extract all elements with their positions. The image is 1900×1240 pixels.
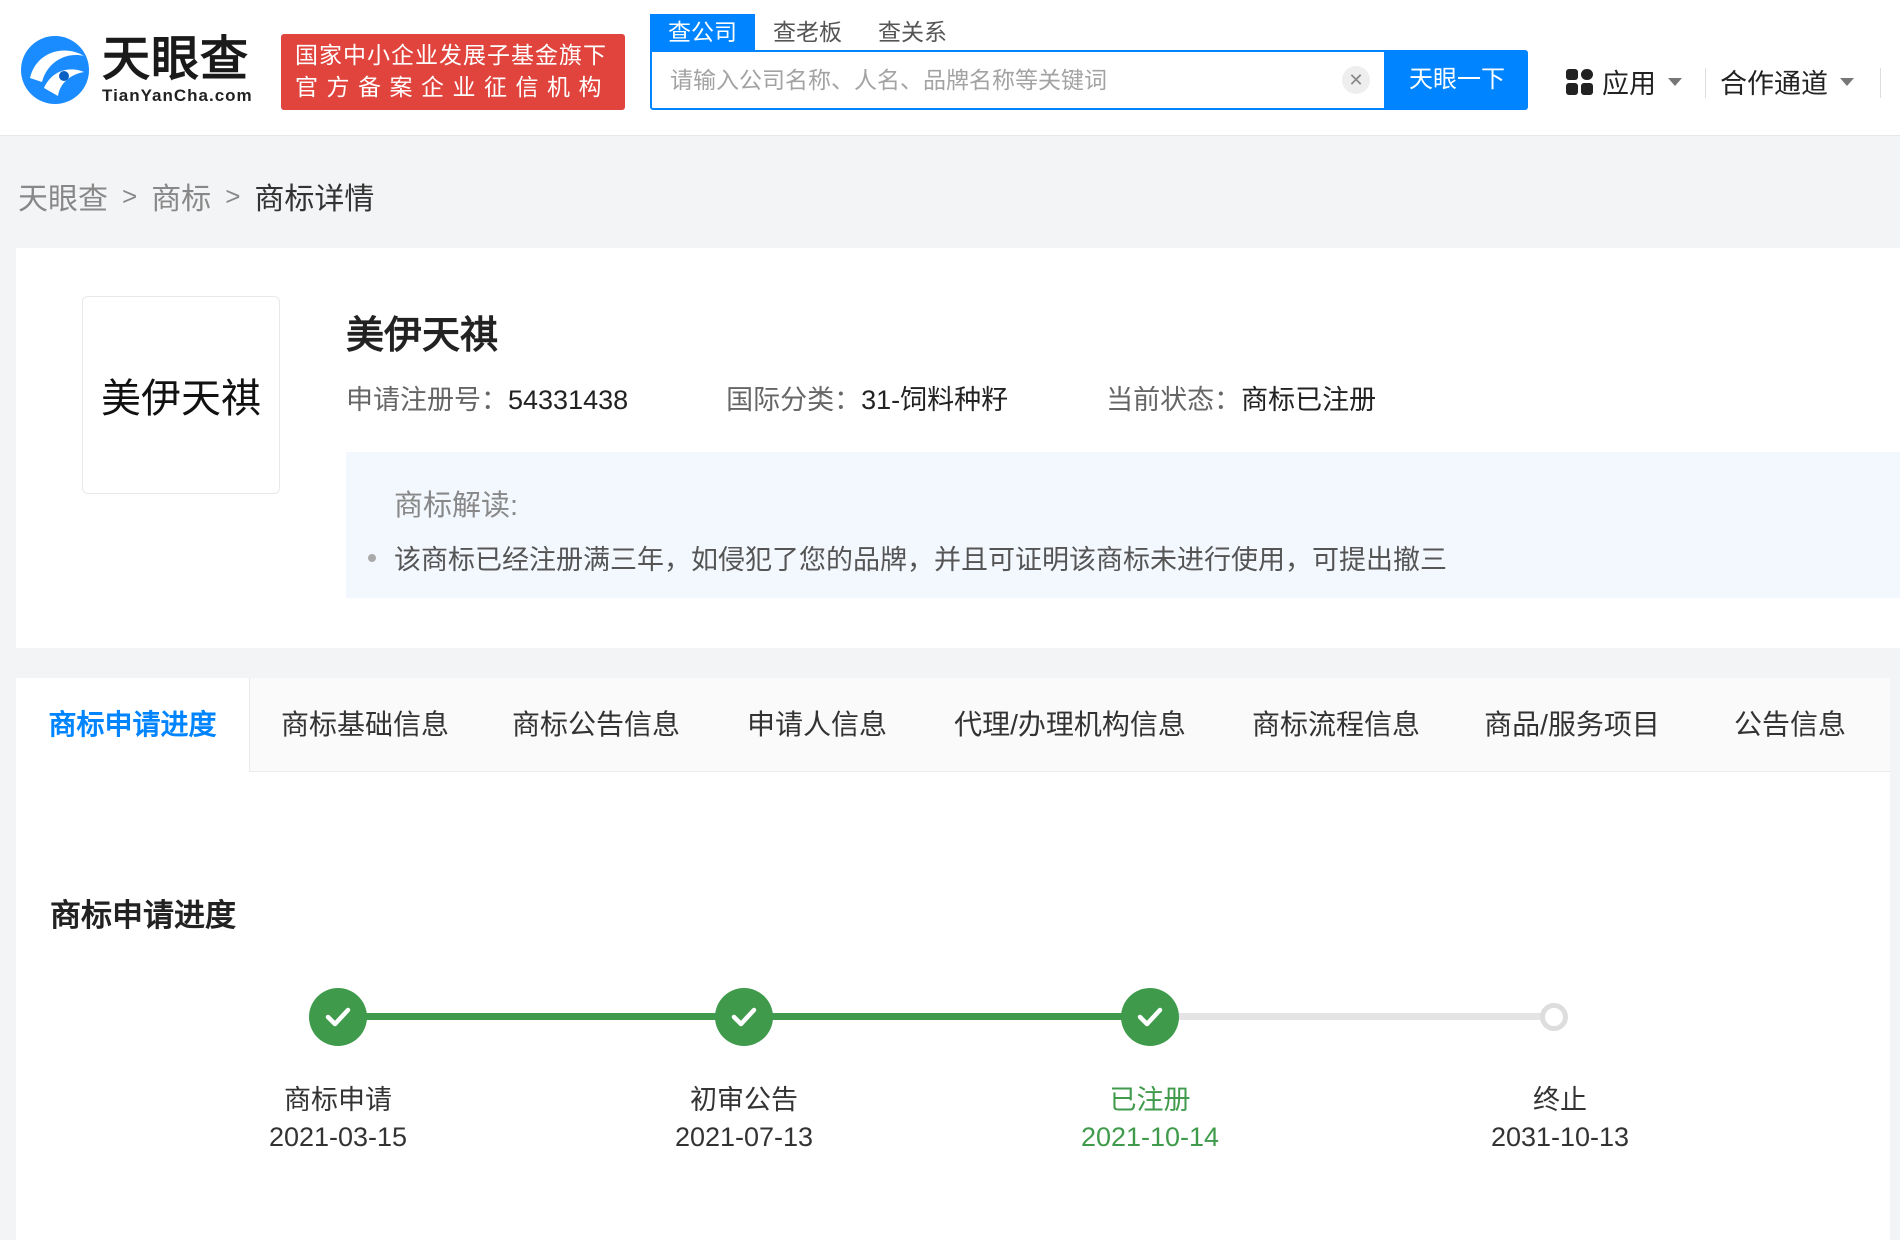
breadcrumb-trademark[interactable]: 商标 xyxy=(151,174,211,218)
apps-grid-icon xyxy=(1566,68,1593,95)
nav-coop-label: 合作通道 xyxy=(1720,69,1828,99)
step-done-check-icon xyxy=(715,988,773,1046)
logo[interactable]: 天眼查 TianYanCha.com xyxy=(18,30,253,108)
interpretation-title: 商标解读: xyxy=(394,490,519,522)
reg-number-label: 申请注册号： xyxy=(346,385,508,415)
tab-process-info[interactable]: 商标流程信息 xyxy=(1218,678,1454,772)
current-status: 当前状态：商标已注册 xyxy=(1106,378,1376,417)
nav-coop[interactable]: 合作通道 xyxy=(1720,62,1854,101)
tab-goods-services[interactable]: 商品/服务项目 xyxy=(1454,678,1690,772)
progress-line xyxy=(1164,1013,1560,1020)
detail-tabs: 商标申请进度 商标基础信息 商标公告信息 申请人信息 代理/办理机构信息 商标流… xyxy=(16,678,1890,772)
search-tab-relation[interactable]: 查关系 xyxy=(860,14,965,50)
caret-down-icon xyxy=(1668,77,1682,86)
tab-announcement-info[interactable]: 商标公告信息 xyxy=(480,678,712,772)
progress-line xyxy=(758,1013,1164,1020)
gov-badge: 国家中小企业发展子基金旗下 官方备案企业征信机构 xyxy=(281,34,625,110)
nav-apps[interactable]: 应用 xyxy=(1566,62,1682,101)
trademark-image[interactable]: 美伊天祺 xyxy=(82,296,280,494)
chevron-right-icon: > xyxy=(122,180,138,211)
step-current-check-icon xyxy=(1121,988,1179,1046)
interpretation-text: 该商标已经注册满三年，如侵犯了您的品牌，并且可证明该商标未进行使用，可提出撤三 xyxy=(394,545,1447,575)
reg-number: 申请注册号：54331438 xyxy=(346,378,628,417)
reg-number-value: 54331438 xyxy=(508,385,629,415)
breadcrumb-home[interactable]: 天眼查 xyxy=(18,174,108,218)
chevron-right-icon: > xyxy=(225,180,241,211)
search-input[interactable] xyxy=(652,52,1332,108)
step-label: 终止 xyxy=(1533,1085,1587,1115)
tab-basic-info[interactable]: 商标基础信息 xyxy=(250,678,480,772)
nav-apps-label: 应用 xyxy=(1602,69,1656,99)
breadcrumb: 天眼查 > 商标 > 商标详情 xyxy=(18,174,374,218)
breadcrumb-current: 商标详情 xyxy=(254,183,375,216)
bullet-icon xyxy=(368,553,376,562)
progress-timeline: 商标申请 2021-03-15 初审公告 2021-07-13 已注册 2021… xyxy=(16,772,1890,1240)
step-pending-circle-icon xyxy=(1540,1003,1568,1031)
clear-icon[interactable]: ✕ xyxy=(1342,66,1370,94)
top-header: 天眼查 TianYanCha.com 国家中小企业发展子基金旗下 官方备案企业征… xyxy=(0,0,1900,136)
step-label: 商标申请 xyxy=(284,1085,392,1115)
step-date: 2021-07-13 xyxy=(674,1122,814,1152)
intl-class-value: 31-饲料种籽 xyxy=(861,385,1009,415)
step-date: 2031-10-13 xyxy=(1490,1122,1630,1152)
trademark-meta: 申请注册号：54331438 国际分类：31-饲料种籽 当前状态：商标已注册 xyxy=(346,378,1474,417)
badge-line-2: 官方备案企业征信机构 xyxy=(295,74,610,100)
tab-notice-info[interactable]: 公告信息 xyxy=(1690,678,1890,772)
step-date: 2021-10-14 xyxy=(1080,1122,1220,1152)
intl-class-label: 国际分类： xyxy=(726,385,862,415)
interpretation-item: 该商标已经注册满三年，如侵犯了您的品牌，并且可证明该商标未进行使用，可提出撤三 xyxy=(368,538,1447,577)
trademark-interpretation: 商标解读: 该商标已经注册满三年，如侵犯了您的品牌，并且可证明该商标未进行使用，… xyxy=(346,452,1900,598)
tab-agency-info[interactable]: 代理/办理机构信息 xyxy=(922,678,1218,772)
intl-class: 国际分类：31-饲料种籽 xyxy=(726,378,1008,417)
caret-down-icon xyxy=(1840,77,1854,86)
trademark-name: 美伊天祺 xyxy=(346,315,499,357)
logo-domain: TianYanCha.com xyxy=(102,86,253,105)
nav-divider xyxy=(1880,68,1881,98)
tab-application-progress[interactable]: 商标申请进度 xyxy=(16,678,250,772)
search-box: ✕ xyxy=(650,50,1386,110)
trademark-summary-card: 美伊天祺 美伊天祺 申请注册号：54331438 国际分类：31-饲料种籽 当前… xyxy=(16,248,1900,648)
progress-section: 商标申请进度 商标申请 2021-03-15 初审公告 2021-07-13 已… xyxy=(16,772,1890,1240)
tab-applicant-info[interactable]: 申请人信息 xyxy=(712,678,922,772)
status-value: 商标已注册 xyxy=(1241,385,1377,415)
step-done-check-icon xyxy=(309,988,367,1046)
step-label: 初审公告 xyxy=(690,1085,798,1115)
search-tabs: 查公司 查老板 查关系 xyxy=(650,14,965,50)
step-label: 已注册 xyxy=(1109,1085,1191,1115)
search-tab-boss[interactable]: 查老板 xyxy=(755,14,860,50)
badge-line-1: 国家中小企业发展子基金旗下 xyxy=(295,42,607,68)
progress-line xyxy=(352,1013,758,1020)
logo-text: 天眼查 xyxy=(102,33,250,86)
step-date: 2021-03-15 xyxy=(268,1122,408,1152)
search-tab-company[interactable]: 查公司 xyxy=(650,14,755,50)
tianyancha-logo-icon xyxy=(18,30,92,108)
nav-divider xyxy=(1705,68,1706,98)
status-label: 当前状态： xyxy=(1106,385,1242,415)
search-button[interactable]: 天眼一下 xyxy=(1386,50,1528,110)
